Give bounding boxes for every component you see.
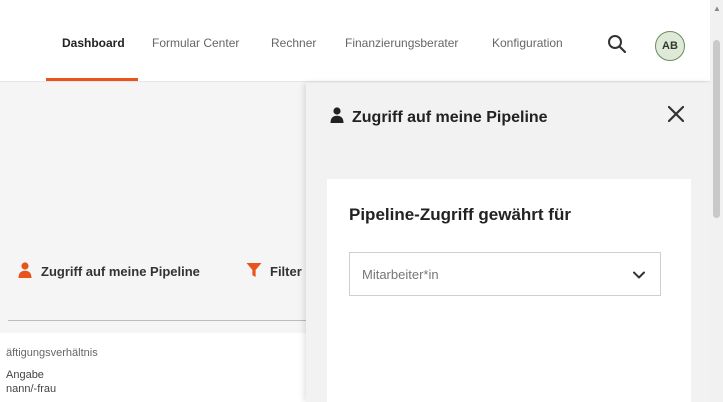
nav-formular-center[interactable]: Formular Center (152, 36, 239, 50)
filter-label: Filter (270, 264, 302, 279)
scroll-thumb[interactable] (713, 40, 720, 218)
nav-finanzierungsberater[interactable]: Finanzierungsberater (345, 36, 458, 50)
close-icon[interactable] (665, 103, 687, 125)
active-tab-indicator (46, 78, 138, 81)
nav-rechner[interactable]: Rechner (271, 36, 316, 50)
search-icon[interactable] (606, 33, 628, 55)
scroll-up-arrow-icon[interactable]: ▲ (713, 4, 721, 13)
person-icon (330, 107, 344, 128)
divider (8, 320, 308, 321)
panel-title-text: Zugriff auf meine Pipeline (352, 108, 548, 126)
user-avatar[interactable]: AB (655, 31, 685, 61)
nav-dashboard[interactable]: Dashboard (62, 36, 125, 50)
table-cell: nann/-frau (6, 383, 57, 395)
filter-button[interactable]: Filter (246, 262, 302, 281)
pipeline-access-label: Zugriff auf meine Pipeline (41, 264, 200, 279)
card-title: Pipeline-Zugriff gewährt für (349, 205, 571, 224)
table-cell: Angabe (6, 369, 44, 381)
pipeline-access-button[interactable]: Zugriff auf meine Pipeline (18, 262, 200, 281)
funnel-icon (246, 262, 262, 281)
panel-title: Zugriff auf meine Pipeline (330, 107, 548, 128)
column-header: äftigungsverhältnis (6, 347, 98, 359)
nav-konfiguration[interactable]: Konfiguration (492, 36, 563, 50)
top-navigation-bar: Dashboard Formular Center Rechner Finanz… (0, 0, 710, 82)
person-icon (18, 262, 32, 281)
chevron-down-icon (632, 268, 646, 282)
select-placeholder: Mitarbeiter*in (362, 267, 439, 282)
employee-select[interactable]: Mitarbeiter*in (349, 252, 661, 296)
